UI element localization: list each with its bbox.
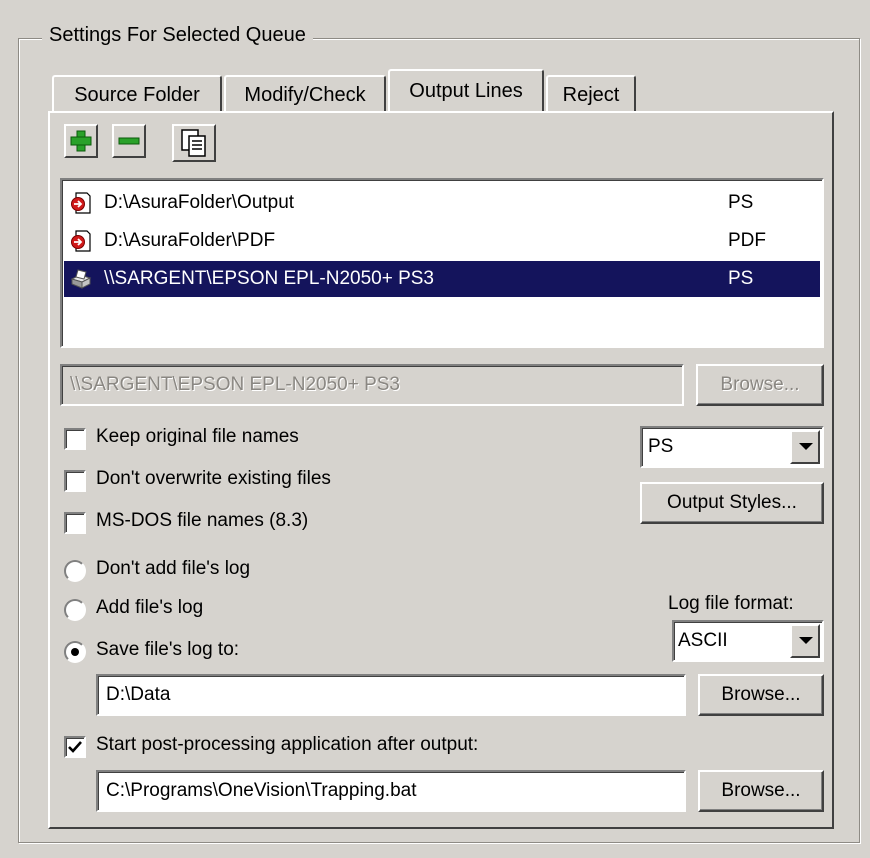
post-processing-checkbox[interactable] — [64, 736, 86, 758]
output-styles-button[interactable]: Output Styles... — [640, 482, 824, 524]
copy-icon — [181, 129, 206, 157]
output-lines-list[interactable]: D:\AsuraFolder\Output PS D:\AsuraFolder\… — [60, 178, 824, 348]
add-log-label: Add file's log — [96, 597, 204, 618]
post-processing-path-field[interactable]: C:\Programs\OneVision\Trapping.bat — [96, 770, 686, 812]
dont-add-log-label: Don't add file's log — [96, 558, 251, 579]
copy-output-button[interactable] — [172, 124, 216, 162]
printer-icon — [70, 269, 92, 289]
chevron-down-icon[interactable] — [790, 430, 820, 464]
output-format-select[interactable]: PS — [640, 426, 824, 468]
log-path-field[interactable]: D:\Data — [96, 674, 686, 716]
list-item[interactable]: D:\AsuraFolder\PDF PDF — [64, 223, 820, 259]
folder-output-icon — [71, 192, 91, 214]
list-item-selected[interactable]: \\SARGENT\EPSON EPL-N2050+ PS3 PS — [64, 261, 820, 297]
chevron-down-icon[interactable] — [790, 624, 820, 658]
group-title: Settings For Selected Queue — [42, 24, 313, 47]
list-item[interactable]: D:\AsuraFolder\Output PS — [64, 185, 820, 221]
browse-output-button[interactable]: Browse... — [696, 364, 824, 406]
output-path: D:\AsuraFolder\Output — [104, 192, 295, 213]
msdos-names-label: MS-DOS file names (8.3) — [96, 510, 309, 531]
log-format-value: ASCII — [678, 630, 728, 651]
tab-modify-check[interactable]: Modify/Check — [224, 75, 386, 111]
output-format: PS — [728, 268, 754, 289]
tab-source-folder[interactable]: Source Folder — [52, 75, 222, 111]
add-log-radio[interactable] — [64, 599, 86, 621]
browse-log-button[interactable]: Browse... — [698, 674, 824, 716]
output-path: \\SARGENT\EPSON EPL-N2050+ PS3 — [104, 268, 434, 289]
log-format-select[interactable]: ASCII — [672, 620, 824, 662]
output-path-field[interactable]: \\SARGENT\EPSON EPL-N2050+ PS3 — [60, 364, 684, 406]
msdos-names-checkbox[interactable] — [64, 512, 86, 534]
dont-overwrite-label: Don't overwrite existing files — [96, 468, 331, 489]
check-icon — [68, 741, 82, 753]
add-output-button[interactable] — [64, 124, 98, 158]
remove-output-button[interactable] — [112, 124, 146, 158]
output-format-value: PS — [648, 436, 674, 457]
plus-icon — [70, 130, 92, 152]
output-format: PDF — [728, 230, 766, 251]
folder-output-icon — [71, 230, 91, 252]
log-format-label: Log file format: — [668, 593, 794, 614]
dont-add-log-radio[interactable] — [64, 560, 86, 582]
browse-post-button[interactable]: Browse... — [698, 770, 824, 812]
post-processing-label: Start post-processing application after … — [96, 734, 479, 755]
keep-original-names-label: Keep original file names — [96, 426, 299, 447]
save-log-label: Save file's log to: — [96, 639, 240, 660]
dont-overwrite-checkbox[interactable] — [64, 470, 86, 492]
output-format: PS — [728, 192, 754, 213]
output-path: D:\AsuraFolder\PDF — [104, 230, 276, 251]
save-log-radio[interactable] — [64, 641, 86, 663]
minus-icon — [118, 137, 140, 145]
tab-reject[interactable]: Reject — [546, 75, 636, 111]
tab-output-lines[interactable]: Output Lines — [388, 69, 544, 111]
keep-original-names-checkbox[interactable] — [64, 428, 86, 450]
